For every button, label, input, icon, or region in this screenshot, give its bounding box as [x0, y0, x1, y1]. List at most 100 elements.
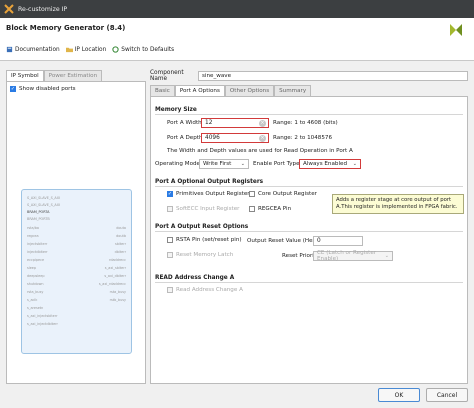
component-name-row: Component Name sine_wave — [150, 70, 468, 82]
pin-left: BRAM_PORTB — [27, 217, 50, 221]
component-name-input[interactable]: sine_wave — [198, 71, 468, 81]
book-icon — [6, 46, 13, 53]
read-address-change-checkbox[interactable] — [167, 287, 173, 293]
tooltip: Adds a register stage at core output of … — [332, 194, 464, 214]
cancel-button[interactable]: Cancel — [426, 388, 468, 402]
pin-left: S_AXI_SLAVE_S_AXI — [27, 196, 61, 200]
section-divider — [155, 114, 463, 115]
pin-right: s_axi_dbiterr — [104, 274, 126, 278]
pin-left: sleep — [27, 266, 37, 270]
enable-port-type-value: Always Enabled — [303, 161, 347, 167]
enable-port-type-select[interactable]: Always Enabled ⌄ — [299, 159, 361, 169]
documentation-button[interactable]: Documentation — [6, 46, 60, 53]
ip-symbol-panel: ✓ Show disabled ports S_AXI_SLAVE_S_AXI … — [6, 81, 146, 384]
section-divider — [155, 282, 463, 283]
port-a-width-input[interactable]: 12 × — [201, 118, 269, 128]
show-disabled-ports-label: Show disabled ports — [19, 86, 76, 92]
right-panel: Component Name sine_wave Basic Port A Op… — [150, 70, 468, 384]
port-a-depth-range: Range: 2 to 1048576 — [273, 135, 333, 141]
port-a-width-label: Port A Width — [167, 120, 202, 126]
reset-priority-select[interactable]: CE (Latch or Register Enable) ⌄ — [313, 250, 393, 262]
pin-left: S_AXI_SLAVE_S_AXI — [27, 203, 61, 207]
chevron-down-icon: ⌄ — [384, 253, 389, 259]
primitives-output-register-checkbox[interactable]: ✓ — [167, 191, 173, 197]
section-divider — [155, 186, 463, 187]
config-tabs: Basic Port A Options Other Options Summa… — [150, 85, 312, 96]
core-output-register-checkbox[interactable] — [249, 191, 255, 197]
tab-other-options[interactable]: Other Options — [224, 85, 275, 96]
pin-left: rsta/ba — [27, 226, 39, 230]
component-name-label: Component Name — [150, 70, 184, 82]
rsta-pin-label: RSTA Pin (set/reset pin) — [176, 237, 242, 243]
regcea-pin-label: REGCEA Pin — [258, 206, 292, 212]
pin-right: dbiterr — [114, 250, 126, 254]
regcea-pin-option[interactable]: REGCEA Pin — [249, 206, 291, 212]
app-icon — [4, 4, 14, 14]
pin-left: injectdbiterr — [27, 250, 48, 254]
pin-right: rsta_busy — [109, 290, 126, 294]
read-address-change-option[interactable]: Read Address Change A — [167, 287, 243, 293]
title-bar: Re-customize IP — [0, 0, 474, 18]
output-registers-title: Port A Optional Output Registers — [155, 179, 264, 185]
pin-left: regcea — [27, 234, 39, 238]
tab-ip-symbol[interactable]: IP Symbol — [6, 70, 44, 81]
port-a-options-panel: Memory Size Port A Width 12 × Range: 1 t… — [150, 96, 468, 384]
left-tabs: IP Symbol Power Estimation — [6, 70, 146, 81]
folder-icon — [65, 47, 73, 53]
section-divider — [155, 231, 463, 232]
tab-port-a-options[interactable]: Port A Options — [174, 85, 225, 96]
port-a-width-range: Range: 1 to 4608 (bits) — [273, 120, 338, 126]
port-a-depth-input[interactable]: 4096 × — [201, 133, 269, 143]
primitives-output-register-label: Primitives Output Register — [176, 191, 250, 197]
show-disabled-ports-row[interactable]: ✓ Show disabled ports — [10, 86, 76, 92]
output-reset-value-label: Output Reset Value (Hex) — [247, 238, 318, 244]
ip-title: Block Memory Generator (8.4) — [6, 24, 126, 32]
pin-right: rstb_busy — [109, 298, 126, 302]
rsta-pin-option[interactable]: RSTA Pin (set/reset pin) — [167, 237, 242, 243]
header-divider — [0, 60, 474, 61]
operating-mode-value: Write First — [203, 161, 232, 167]
pin-right: douta — [116, 226, 126, 230]
pin-right: s_axi_rdaddrecc — [98, 282, 126, 286]
left-panel: IP Symbol Power Estimation ✓ Show disabl… — [6, 70, 146, 384]
ip-header: Block Memory Generator (8.4) Documentati… — [0, 18, 474, 61]
pin-left: injectsbiterr — [27, 242, 48, 246]
pin-left: s_axi_injectsbiterr — [27, 314, 58, 318]
operating-mode-select[interactable]: Write First ⌄ — [199, 159, 249, 169]
operating-mode-label: Operating Mode — [155, 161, 200, 167]
clear-icon[interactable]: × — [259, 135, 266, 142]
pin-right: rdaddrecc — [108, 258, 126, 262]
softecc-input-register-option[interactable]: SoftECC Input Register — [167, 206, 239, 212]
tab-summary[interactable]: Summary — [274, 85, 312, 96]
reset-memory-latch-option[interactable]: Reset Memory Latch — [167, 252, 233, 258]
ok-button[interactable]: OK — [378, 388, 420, 402]
enable-port-type-label: Enable Port Type — [253, 161, 300, 167]
softecc-input-register-checkbox[interactable] — [167, 206, 173, 212]
pin-left: shutdown — [27, 282, 44, 286]
ip-location-label: IP Location — [74, 46, 107, 53]
reset-memory-latch-checkbox[interactable] — [167, 252, 173, 258]
header-toolbar: Documentation IP Location Switch to Defa… — [6, 46, 174, 53]
port-a-depth-value: 4096 — [205, 135, 220, 141]
ip-location-button[interactable]: IP Location — [65, 46, 107, 53]
pin-left: BRAM_PORTA — [27, 210, 50, 214]
output-reset-value-input[interactable]: 0 — [313, 236, 363, 246]
switch-defaults-button[interactable]: Switch to Defaults — [112, 46, 174, 53]
core-output-register-option[interactable]: Core Output Register — [249, 191, 317, 197]
rsta-pin-checkbox[interactable] — [167, 237, 173, 243]
chevron-down-icon: ⌄ — [240, 161, 245, 167]
window-title: Re-customize IP — [18, 5, 68, 13]
pin-right: s_axi_sbiterr — [104, 266, 126, 270]
clear-icon[interactable]: × — [259, 120, 266, 127]
show-disabled-ports-checkbox[interactable]: ✓ — [10, 86, 16, 92]
documentation-label: Documentation — [15, 46, 60, 53]
read-address-title: READ Address Change A — [155, 275, 235, 281]
reset-options-title: Port A Output Reset Options — [155, 224, 249, 230]
pin-left: s_axi_injectdbiterr — [27, 322, 58, 326]
output-reset-value: 0 — [317, 238, 321, 244]
regcea-pin-checkbox[interactable] — [249, 206, 255, 212]
tab-power-estimation[interactable]: Power Estimation — [43, 70, 103, 81]
refresh-icon — [112, 46, 119, 53]
tab-basic[interactable]: Basic — [150, 85, 175, 96]
primitives-output-register-option[interactable]: ✓ Primitives Output Register — [167, 191, 250, 197]
